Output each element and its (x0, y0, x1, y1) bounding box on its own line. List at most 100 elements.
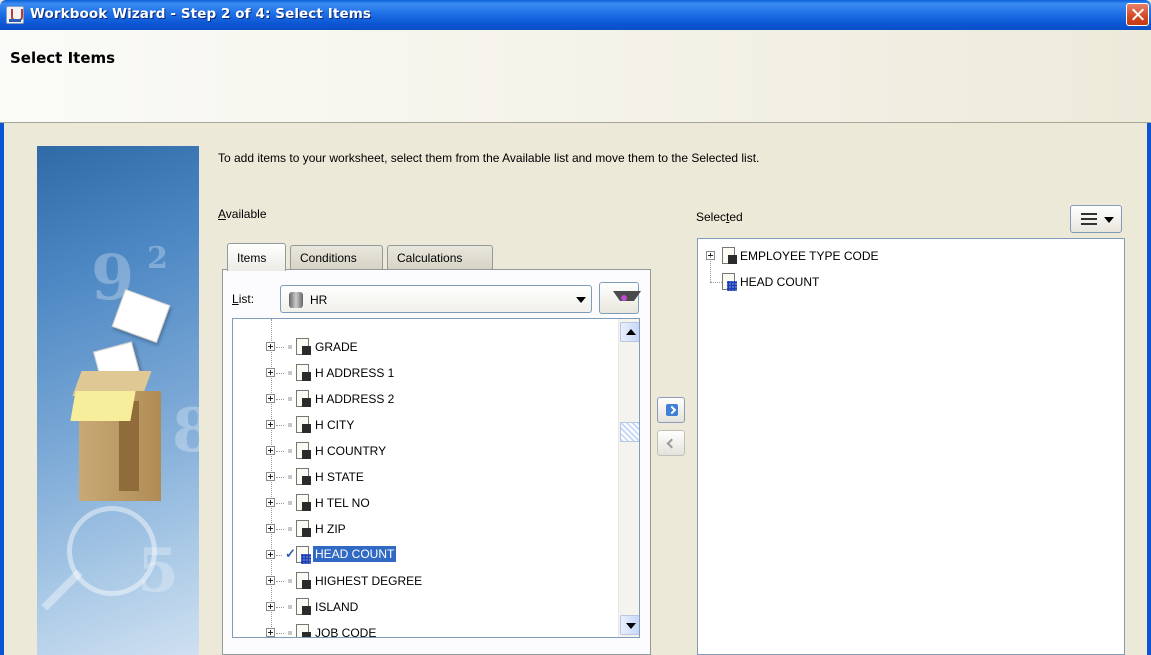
tree-item-grade[interactable]: GRADE (233, 335, 617, 361)
move-to-available-button[interactable] (657, 430, 685, 456)
chevron-down-icon (576, 297, 586, 303)
close-button[interactable] (1126, 3, 1149, 26)
page-title: Select Items (10, 49, 116, 67)
tree-item-label: H COUNTRY (315, 444, 387, 458)
expand-icon[interactable] (266, 524, 275, 533)
tree-item-head-count[interactable]: ✓ HEAD COUNT (233, 543, 617, 569)
tree-item-label: GRADE (315, 340, 358, 354)
selected-item-label: HEAD COUNT (740, 275, 820, 289)
item-icon (296, 520, 311, 537)
tab-conditions[interactable]: Conditions (290, 245, 383, 270)
tree-connector (276, 607, 284, 608)
measure-item-icon (296, 546, 311, 564)
tab-items[interactable]: Items (227, 243, 286, 271)
tree-connector (276, 581, 284, 582)
expand-icon[interactable] (266, 368, 275, 377)
tree-item-highest-degree[interactable]: HIGHEST DEGREE (233, 569, 617, 595)
tree-item-h-city[interactable]: H CITY (233, 413, 617, 439)
expand-icon[interactable] (266, 550, 275, 559)
item-icon (296, 364, 311, 381)
tree-item-label: H CITY (315, 418, 355, 432)
header-band (0, 30, 1151, 123)
tree-connector (276, 373, 284, 374)
unchecked-marker (288, 449, 292, 453)
magnifier-icon (67, 506, 157, 596)
tree-item-h-zip[interactable]: H ZIP (233, 517, 617, 543)
tree-connector (276, 555, 282, 556)
tree-connector (276, 477, 284, 478)
list-mnemonic: L (232, 292, 239, 306)
tree-item-job-code[interactable]: JOB CODE (233, 621, 617, 637)
available-mnemonic: A (218, 207, 226, 221)
app-icon (6, 6, 24, 24)
expand-icon[interactable] (266, 576, 275, 585)
filter-button[interactable] (599, 282, 641, 314)
title-bar: Workbook Wizard - Step 2 of 4: Select It… (0, 0, 1151, 30)
expand-icon[interactable] (266, 498, 275, 507)
tree-item-label: HIGHEST DEGREE (315, 574, 423, 588)
tree-item-label: H STATE (315, 470, 364, 484)
wizard-side-graphic: 9 2 8 5 (37, 146, 199, 655)
tree-item-h-state[interactable]: H STATE (233, 465, 617, 491)
unchecked-marker (288, 345, 292, 349)
tree-item-label: H ZIP (315, 522, 346, 536)
tree-item-h-address-1[interactable]: H ADDRESS 1 (233, 361, 617, 387)
tree-connector (276, 633, 284, 634)
tree-item-h-address-2[interactable]: H ADDRESS 2 (233, 387, 617, 413)
chevron-down-icon (1104, 217, 1114, 223)
expand-icon[interactable] (266, 602, 275, 611)
expand-icon[interactable] (266, 420, 275, 429)
expand-icon[interactable] (266, 446, 275, 455)
item-icon (296, 624, 311, 637)
tab-calculations[interactable]: Calculations (387, 245, 493, 270)
item-icon (296, 468, 311, 485)
list-dropdown[interactable]: HR (280, 285, 592, 313)
item-icon (296, 390, 311, 407)
unchecked-marker (288, 371, 292, 375)
move-to-selected-button[interactable] (657, 397, 685, 423)
scroll-thumb[interactable] (620, 422, 639, 442)
unchecked-marker (288, 501, 292, 505)
view-options-button[interactable] (1070, 205, 1122, 233)
tree-item-label: H ADDRESS 1 (315, 366, 395, 380)
list-label: List: (232, 292, 254, 306)
window-border-left (0, 30, 4, 655)
checkmark-icon: ✓ (285, 546, 296, 561)
tree-item-island[interactable]: ISLAND (233, 595, 617, 621)
expand-icon[interactable] (266, 394, 275, 403)
tree-connector (276, 529, 284, 530)
tree-item-label: H ADDRESS 2 (315, 392, 395, 406)
selected-items-tree[interactable]: EMPLOYEE TYPE CODE HEAD COUNT (697, 238, 1125, 655)
item-icon (296, 598, 311, 615)
selected-item-employee-type-code[interactable]: EMPLOYEE TYPE CODE (698, 245, 1118, 269)
scroll-down-button[interactable] (620, 615, 639, 635)
list-view-icon (1081, 212, 1097, 226)
tree-item-label: H TEL NO (315, 496, 370, 510)
item-icon (296, 572, 311, 589)
tree-item-h-tel-no[interactable]: H TEL NO (233, 491, 617, 517)
window-border-right (1147, 30, 1151, 655)
available-items-tree[interactable]: GRADE H ADDRESS 1 H ADDRESS 2 H CITY H C… (232, 318, 640, 638)
available-label-text: vailable (225, 207, 267, 221)
item-icon (296, 494, 311, 511)
measure-item-icon (722, 273, 737, 291)
item-icon (296, 442, 311, 459)
unchecked-marker (288, 475, 292, 479)
list-label-text: ist: (238, 292, 255, 306)
selected-item-head-count[interactable]: HEAD COUNT (698, 271, 1118, 295)
tree-item-h-country[interactable]: H COUNTRY (233, 439, 617, 465)
decorative-digit-icon: 8 (172, 396, 199, 466)
item-icon (722, 247, 737, 264)
item-icon (296, 416, 311, 433)
expand-icon[interactable] (266, 342, 275, 351)
decorative-digit-icon: 2 (147, 241, 168, 276)
list-dropdown-value: HR (310, 293, 328, 307)
expand-icon[interactable] (266, 628, 275, 637)
expand-icon[interactable] (266, 472, 275, 481)
unchecked-marker (288, 631, 292, 635)
selected-label-start: Selec (696, 210, 727, 224)
tree-connector (276, 347, 284, 348)
vertical-scrollbar[interactable] (618, 319, 639, 637)
tree-connector (276, 425, 284, 426)
scroll-up-button[interactable] (620, 322, 639, 342)
